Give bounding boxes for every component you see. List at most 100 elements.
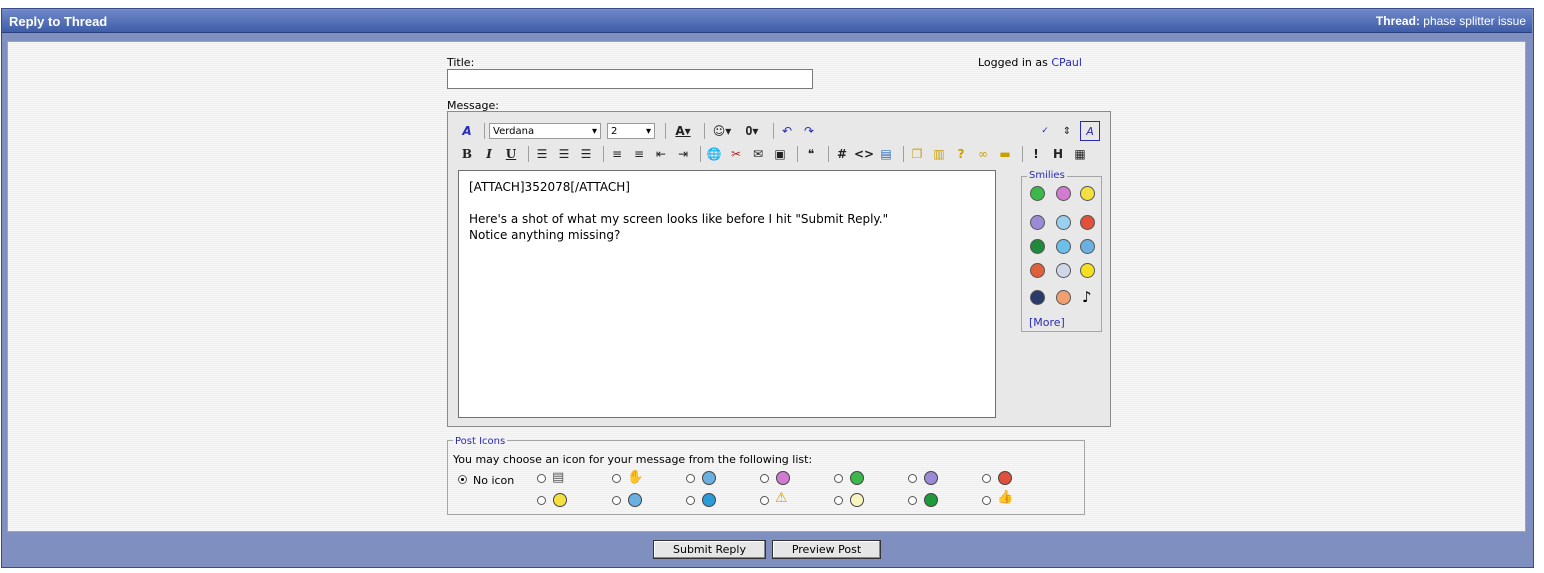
smiley-confused-icon[interactable] (1056, 215, 1071, 230)
insert-image-icon[interactable]: ▣ (771, 145, 789, 163)
cool-icon (628, 493, 642, 507)
post-icon-radio[interactable] (537, 496, 546, 505)
post-icon-radio[interactable] (612, 496, 621, 505)
question-icon (702, 493, 716, 507)
post-icon-radio[interactable] (537, 474, 546, 483)
toolbar-row-1: A Verdana ▾ 2 ▾ A▾ ☺▾ 𝟎▾ ↶ ↷ (458, 122, 822, 140)
thumbs-down-icon: ✋ (627, 470, 644, 485)
toolbar-separator (773, 123, 774, 139)
copy-icon[interactable]: ❐ (908, 145, 926, 163)
align-left-icon[interactable]: ☰ (533, 145, 551, 163)
font-size-value: 2 (611, 125, 618, 137)
code-html-button[interactable]: <> (854, 145, 874, 163)
smiley-frown-icon[interactable] (1030, 215, 1045, 230)
smiley-red-icon[interactable] (1030, 263, 1045, 278)
toolbar-separator (484, 123, 485, 139)
toolbar-separator (603, 146, 604, 162)
post-icons-legend: Post Icons (453, 436, 508, 447)
more-smilies-link[interactable]: [More] (1029, 316, 1065, 329)
smiley-pink-icon[interactable] (1056, 186, 1071, 201)
smilies-legend: Smilies (1027, 170, 1067, 181)
post-icon-radio[interactable] (982, 474, 991, 483)
post-icon-radio[interactable] (612, 474, 621, 483)
font-color-icon[interactable]: A▾ (670, 122, 696, 140)
title-label: Title: (447, 56, 475, 69)
undo-icon[interactable]: ↶ (778, 122, 796, 140)
code-hash-button[interactable]: # (833, 145, 851, 163)
underline-button[interactable]: U (502, 145, 520, 163)
message-textarea[interactable]: [ATTACH]352078[/ATTACH] Here's a shot of… (458, 170, 996, 418)
post-icon-radio[interactable] (686, 474, 695, 483)
smiley-rolleyes-icon[interactable] (1056, 290, 1071, 305)
logged-in-info: Logged in as CPaul (978, 56, 1082, 69)
remove-link-icon[interactable]: ✂ (727, 145, 745, 163)
quote-icon[interactable]: ❝ (802, 145, 820, 163)
spellcheck-icon[interactable]: ✓ (1036, 122, 1054, 140)
thumbs-up-icon: 👍 (997, 490, 1014, 505)
smiley-happy-icon[interactable] (1080, 263, 1095, 278)
book-icon[interactable]: ▥ (930, 145, 948, 163)
username-link[interactable]: CPaul (1051, 56, 1082, 69)
title-input[interactable] (447, 69, 813, 89)
font-name-select[interactable]: Verdana ▾ (489, 123, 601, 139)
switch-editor-mode-icon[interactable]: A (1080, 121, 1100, 141)
highlight-icon[interactable]: H (1049, 145, 1067, 163)
smile-icon (702, 471, 716, 485)
outdent-icon[interactable]: ⇤ (652, 145, 670, 163)
warning-icon: ⚠ (775, 490, 788, 506)
submit-reply-button[interactable]: Submit Reply (653, 540, 766, 559)
table-icon[interactable]: ▦ (1071, 145, 1089, 163)
thread-label: Thread: (1375, 14, 1420, 28)
post-icon-radio[interactable] (760, 474, 769, 483)
form-header: Reply to Thread Thread: phase splitter i… (2, 10, 1532, 33)
insert-link-icon[interactable]: 🌐 (705, 145, 723, 163)
resize-icon[interactable]: ⇕ (1058, 122, 1076, 140)
chevron-down-icon: ▾ (645, 125, 651, 137)
document-icon: ▤ (552, 470, 565, 485)
indent-icon[interactable]: ⇥ (674, 145, 692, 163)
chain-link-icon[interactable]: ∞ (974, 145, 992, 163)
email-link-icon[interactable]: ✉ (749, 145, 767, 163)
remove-format-icon[interactable]: A (458, 122, 476, 140)
post-icon-radio[interactable] (760, 496, 769, 505)
no-icon-radio[interactable] (458, 475, 467, 484)
redo-icon[interactable]: ↷ (800, 122, 818, 140)
ordered-list-icon[interactable]: ≡ (608, 145, 626, 163)
align-center-icon[interactable]: ☰ (555, 145, 573, 163)
smiley-smile-icon[interactable] (1080, 186, 1095, 201)
toolbar-separator (665, 123, 666, 139)
smiley-eek-icon[interactable] (1056, 263, 1071, 278)
post-icon-radio[interactable] (908, 496, 917, 505)
smiley-wink-icon[interactable] (1056, 239, 1071, 254)
smiley-mad-icon[interactable] (1080, 215, 1095, 230)
smiley-cool-icon[interactable] (1030, 290, 1045, 305)
toolbar-row-1-right: ✓ ⇕ A (1036, 121, 1104, 141)
exclamation-icon[interactable]: ! (1027, 145, 1045, 163)
php-code-icon[interactable]: ▤ (877, 145, 895, 163)
attachment-icon[interactable]: 𝟎▾ (739, 122, 765, 140)
smiley-grin-icon[interactable] (1030, 186, 1045, 201)
post-icon-radio[interactable] (834, 496, 843, 505)
post-icon-radio[interactable] (686, 496, 695, 505)
post-icon-radio[interactable] (908, 474, 917, 483)
box-icon[interactable]: ▬ (996, 145, 1014, 163)
smiley-menu-icon[interactable]: ☺▾ (709, 122, 735, 140)
smiley-sick-icon[interactable] (1030, 239, 1045, 254)
thread-name: phase splitter issue (1423, 14, 1526, 28)
toolbar-separator (828, 146, 829, 162)
post-icon-radio[interactable] (834, 474, 843, 483)
happy-icon (553, 493, 567, 507)
toolbar-separator (903, 146, 904, 162)
align-right-icon[interactable]: ☰ (577, 145, 595, 163)
toolbar-separator (528, 146, 529, 162)
help-icon[interactable]: ? (952, 145, 970, 163)
music-note-icon[interactable]: ♪ (1082, 288, 1092, 306)
unordered-list-icon[interactable]: ≡ (630, 145, 648, 163)
bold-button[interactable]: B (458, 145, 476, 163)
arrow-icon (924, 493, 938, 507)
preview-post-button[interactable]: Preview Post (772, 540, 881, 559)
smiley-tongue-icon[interactable] (1080, 239, 1095, 254)
post-icon-radio[interactable] (982, 496, 991, 505)
font-size-select[interactable]: 2 ▾ (607, 123, 655, 139)
italic-button[interactable]: I (480, 145, 498, 163)
